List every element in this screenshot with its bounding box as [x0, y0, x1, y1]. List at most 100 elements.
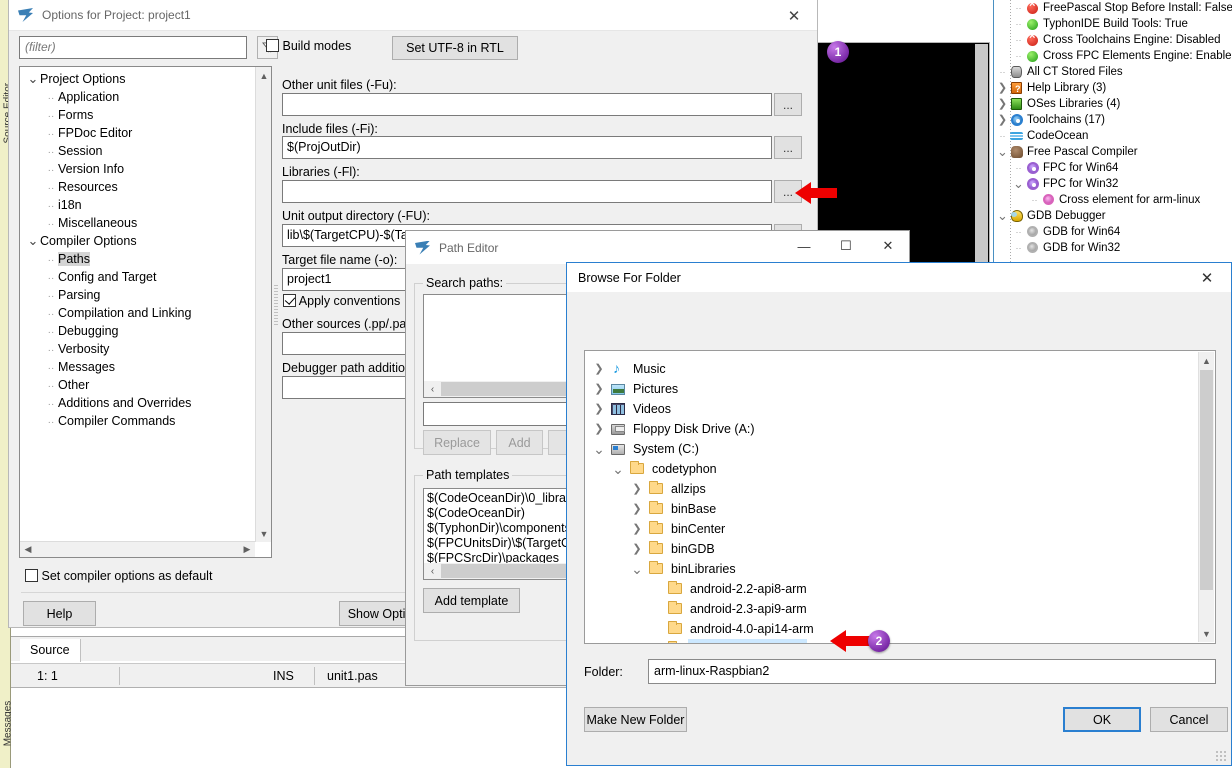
options-tree-item-messages[interactable]: ·· Messages: [20, 358, 254, 376]
folder-tree-row[interactable]: ❯ allzips: [585, 479, 1197, 499]
tab-source[interactable]: Source: [20, 639, 81, 662]
folder-tree-row[interactable]: android-2.2-api8-arm: [585, 579, 1197, 599]
component-tree-row[interactable]: ·· CodeOcean: [994, 128, 1232, 144]
chevron-right-icon[interactable]: ❯: [589, 379, 609, 399]
options-tree-item-project-options[interactable]: ⌄ Project Options: [20, 70, 254, 88]
options-tree-vscrollbar[interactable]: ▲ ▼: [255, 67, 271, 542]
options-tree-item-paths[interactable]: ·· Paths: [20, 250, 254, 268]
set-compiler-options-default-checkbox[interactable]: Set compiler options as default: [25, 569, 212, 583]
options-tree-item-other[interactable]: ·· Other: [20, 376, 254, 394]
options-tree-item-i18n[interactable]: ·· i18n: [20, 196, 254, 214]
source-editor-scrollbar[interactable]: [975, 44, 988, 275]
apply-conventions-checkbox[interactable]: Apply conventions: [283, 294, 400, 308]
component-tree-row[interactable]: ·· FreePascal Stop Before Install: False: [994, 0, 1232, 16]
build-modes-checkbox-box[interactable]: [266, 39, 279, 52]
options-category-tree[interactable]: ⌄ Project Options ·· Application ·· Forms ·· FP…: [19, 66, 272, 558]
replace-button[interactable]: Replace: [423, 430, 491, 455]
other-unit-files-browse-button[interactable]: ...: [774, 93, 802, 116]
chevron-down-icon[interactable]: ⌄: [26, 232, 40, 250]
chevron-right-icon[interactable]: ❯: [996, 80, 1009, 96]
minimize-icon[interactable]: —: [783, 231, 825, 261]
folder-tree-row[interactable]: ⌄ System (C:): [585, 439, 1197, 459]
options-tree-item-config-and-target[interactable]: ·· Config and Target: [20, 268, 254, 286]
scroll-up-icon[interactable]: ▲: [1199, 352, 1214, 369]
chevron-right-icon[interactable]: ❯: [627, 499, 647, 519]
component-tree-row[interactable]: ❯ Toolchains (17): [994, 112, 1232, 128]
options-tree-item-compiler-options[interactable]: ⌄ Compiler Options: [20, 232, 254, 250]
options-tree-item-session[interactable]: ·· Session: [20, 142, 254, 160]
component-tree-row[interactable]: ❯ Help Library (3): [994, 80, 1232, 97]
chevron-down-icon[interactable]: ⌄: [1012, 176, 1025, 192]
chevron-down-icon[interactable]: ⌄: [26, 70, 40, 88]
filter-input[interactable]: (filter): [19, 36, 247, 59]
options-tree-hscrollbar[interactable]: ◀ ▶: [20, 541, 255, 557]
component-tree-row[interactable]: ⌄ GDB Debugger: [994, 208, 1232, 224]
ok-button[interactable]: OK: [1063, 707, 1141, 732]
component-tree-row[interactable]: ·· FPC for Win64: [994, 160, 1232, 176]
options-tree-item-verbosity[interactable]: ·· Verbosity: [20, 340, 254, 358]
component-tree-panel[interactable]: ··FreePascal Stop Before Install: False ·…: [993, 0, 1232, 270]
scroll-left-icon[interactable]: ◀: [20, 544, 36, 555]
component-tree-row[interactable]: ⌄ FPC for Win32: [994, 176, 1232, 192]
options-tree-item-miscellaneous[interactable]: ·· Miscellaneous: [20, 214, 254, 232]
component-tree-row[interactable]: ❯ OSes Libraries (4): [994, 96, 1232, 112]
options-tree-item-compilation-and-linking[interactable]: ·· Compilation and Linking: [20, 304, 254, 322]
chevron-down-icon[interactable]: ⌄: [996, 208, 1009, 224]
close-icon[interactable]: ✕: [1191, 263, 1223, 292]
folder-tree-row[interactable]: android-4.0-api14-arm: [585, 619, 1197, 639]
chevron-down-icon[interactable]: ⌄: [608, 459, 628, 479]
options-tree-item-compiler-commands[interactable]: ·· Compiler Commands: [20, 412, 254, 430]
chevron-down-icon[interactable]: ⌄: [589, 439, 609, 459]
scroll-left-icon[interactable]: ‹: [424, 384, 441, 395]
folder-tree-row[interactable]: ⌄ binLibraries: [585, 559, 1197, 579]
options-tree-item-version-info[interactable]: ·· Version Info: [20, 160, 254, 178]
make-new-folder-button[interactable]: Make New Folder: [584, 707, 687, 732]
chevron-right-icon[interactable]: ❯: [589, 399, 609, 419]
folder-tree-row[interactable]: ❯ ♪ Music: [585, 359, 1197, 379]
scroll-left-icon[interactable]: ‹: [424, 566, 441, 577]
include-files-browse-button[interactable]: ...: [774, 136, 802, 159]
chevron-right-icon[interactable]: ❯: [996, 112, 1009, 128]
chevron-right-icon[interactable]: ❯: [589, 419, 609, 439]
folder-tree-row[interactable]: ❯ Videos: [585, 399, 1197, 419]
component-tree-row[interactable]: ·· Cross FPC Elements Engine: Enabled: [994, 48, 1232, 64]
browse-dialog-resize-grip[interactable]: [1215, 750, 1227, 762]
chevron-right-icon[interactable]: ❯: [627, 519, 647, 539]
chevron-right-icon[interactable]: ❯: [589, 359, 609, 379]
chevron-down-icon[interactable]: ⌄: [996, 144, 1009, 160]
libraries-input[interactable]: [282, 180, 772, 203]
component-tree-row[interactable]: ·· Cross element for arm-linux: [994, 192, 1232, 208]
options-tree-item-application[interactable]: ·· Application: [20, 88, 254, 106]
options-tree-item-forms[interactable]: ·· Forms: [20, 106, 254, 124]
pane-splitter[interactable]: [274, 285, 278, 325]
include-files-input[interactable]: $(ProjOutDir): [282, 136, 772, 159]
close-icon[interactable]: ✕: [867, 231, 909, 261]
build-modes-checkbox[interactable]: Build modes: [266, 39, 351, 53]
options-tree-item-debugging[interactable]: ·· Debugging: [20, 322, 254, 340]
scroll-down-icon[interactable]: ▼: [256, 525, 271, 542]
folder-tree-row[interactable]: ❯ binCenter: [585, 519, 1197, 539]
apply-conventions-checkbox-box[interactable]: [283, 294, 296, 307]
add-button[interactable]: Add: [496, 430, 543, 455]
help-button[interactable]: Help: [23, 601, 96, 626]
other-unit-files-input[interactable]: [282, 93, 772, 116]
folder-tree-row[interactable]: ❯ binGDB: [585, 539, 1197, 559]
component-tree-row[interactable]: ·· Cross Toolchains Engine: Disabled: [994, 31, 1232, 48]
scroll-right-icon[interactable]: ▶: [239, 544, 255, 555]
scroll-up-icon[interactable]: ▲: [256, 67, 271, 84]
component-tree-row[interactable]: ·· GDB for Win64: [994, 224, 1232, 240]
chevron-right-icon[interactable]: ❯: [627, 479, 647, 499]
folder-tree-vscrollbar[interactable]: ▲ ▼: [1198, 352, 1214, 642]
folder-name-input[interactable]: arm-linux-Raspbian2: [648, 659, 1216, 684]
chevron-right-icon[interactable]: ❯: [627, 539, 647, 559]
maximize-icon[interactable]: ☐: [825, 231, 867, 261]
chevron-down-icon[interactable]: ⌄: [627, 559, 647, 579]
folder-tree-row[interactable]: ❯ Floppy Disk Drive (A:): [585, 419, 1197, 439]
folder-tree-row[interactable]: android-2.3-api9-arm: [585, 599, 1197, 619]
set-utf8-button[interactable]: Set UTF-8 in RTL: [392, 36, 518, 60]
options-tree-item-additions-and-overrides[interactable]: ·· Additions and Overrides: [20, 394, 254, 412]
scroll-down-icon[interactable]: ▼: [1199, 625, 1214, 642]
component-tree-row[interactable]: ·· GDB for Win32: [994, 240, 1232, 256]
options-tree-item-resources[interactable]: ·· Resources: [20, 178, 254, 196]
folder-tree-row[interactable]: arm-linux-Raspbian2: [585, 639, 1197, 643]
